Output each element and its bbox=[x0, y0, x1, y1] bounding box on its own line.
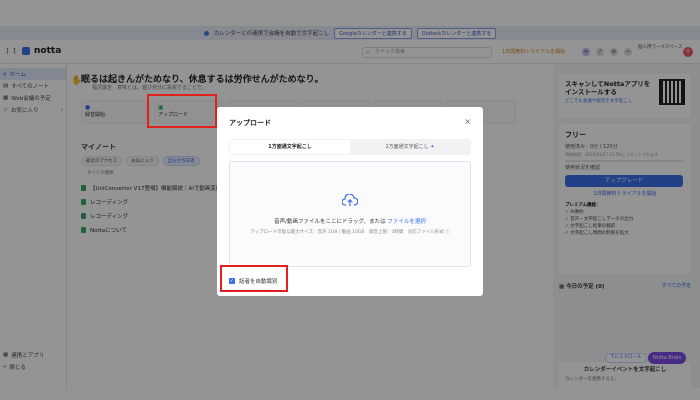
tab-one-way[interactable]: 1方面通文字起こし bbox=[230, 140, 350, 154]
upload-card-highlight bbox=[147, 94, 217, 128]
tab-two-way[interactable]: 2方面通文字起こし ✦ bbox=[350, 140, 470, 154]
upload-limits-text: アップロード可能な最大サイズ：音声 1GB / 動画 10GB 録音上限：3時間… bbox=[250, 230, 444, 235]
cloud-upload-icon bbox=[342, 194, 358, 206]
select-file-link[interactable]: ファイルを選択 bbox=[387, 219, 426, 225]
tab-two-way-label: 2方面通文字起こし bbox=[385, 144, 429, 150]
drop-text: 音声/動画ファイルをここにドラッグ、または bbox=[274, 219, 386, 225]
upload-limits: アップロード可能な最大サイズ：音声 1GB / 動画 10GB 録音上限：3時間… bbox=[230, 229, 470, 235]
sparkle-icon: ✦ bbox=[430, 144, 435, 150]
info-icon[interactable]: ⓘ bbox=[445, 230, 450, 235]
file-drop-zone[interactable]: 音声/動画ファイルをここにドラッグ、または ファイルを選択 アップロード可能な最… bbox=[229, 161, 471, 267]
speaker-option-highlight bbox=[220, 265, 288, 292]
transcribe-mode-tabs: 1方面通文字起こし 2方面通文字起こし ✦ bbox=[229, 139, 471, 155]
close-icon[interactable]: × bbox=[464, 117, 471, 126]
modal-title: アップロード bbox=[229, 119, 271, 127]
drop-instruction: 音声/動画ファイルをここにドラッグ、または ファイルを選択 bbox=[230, 217, 470, 225]
